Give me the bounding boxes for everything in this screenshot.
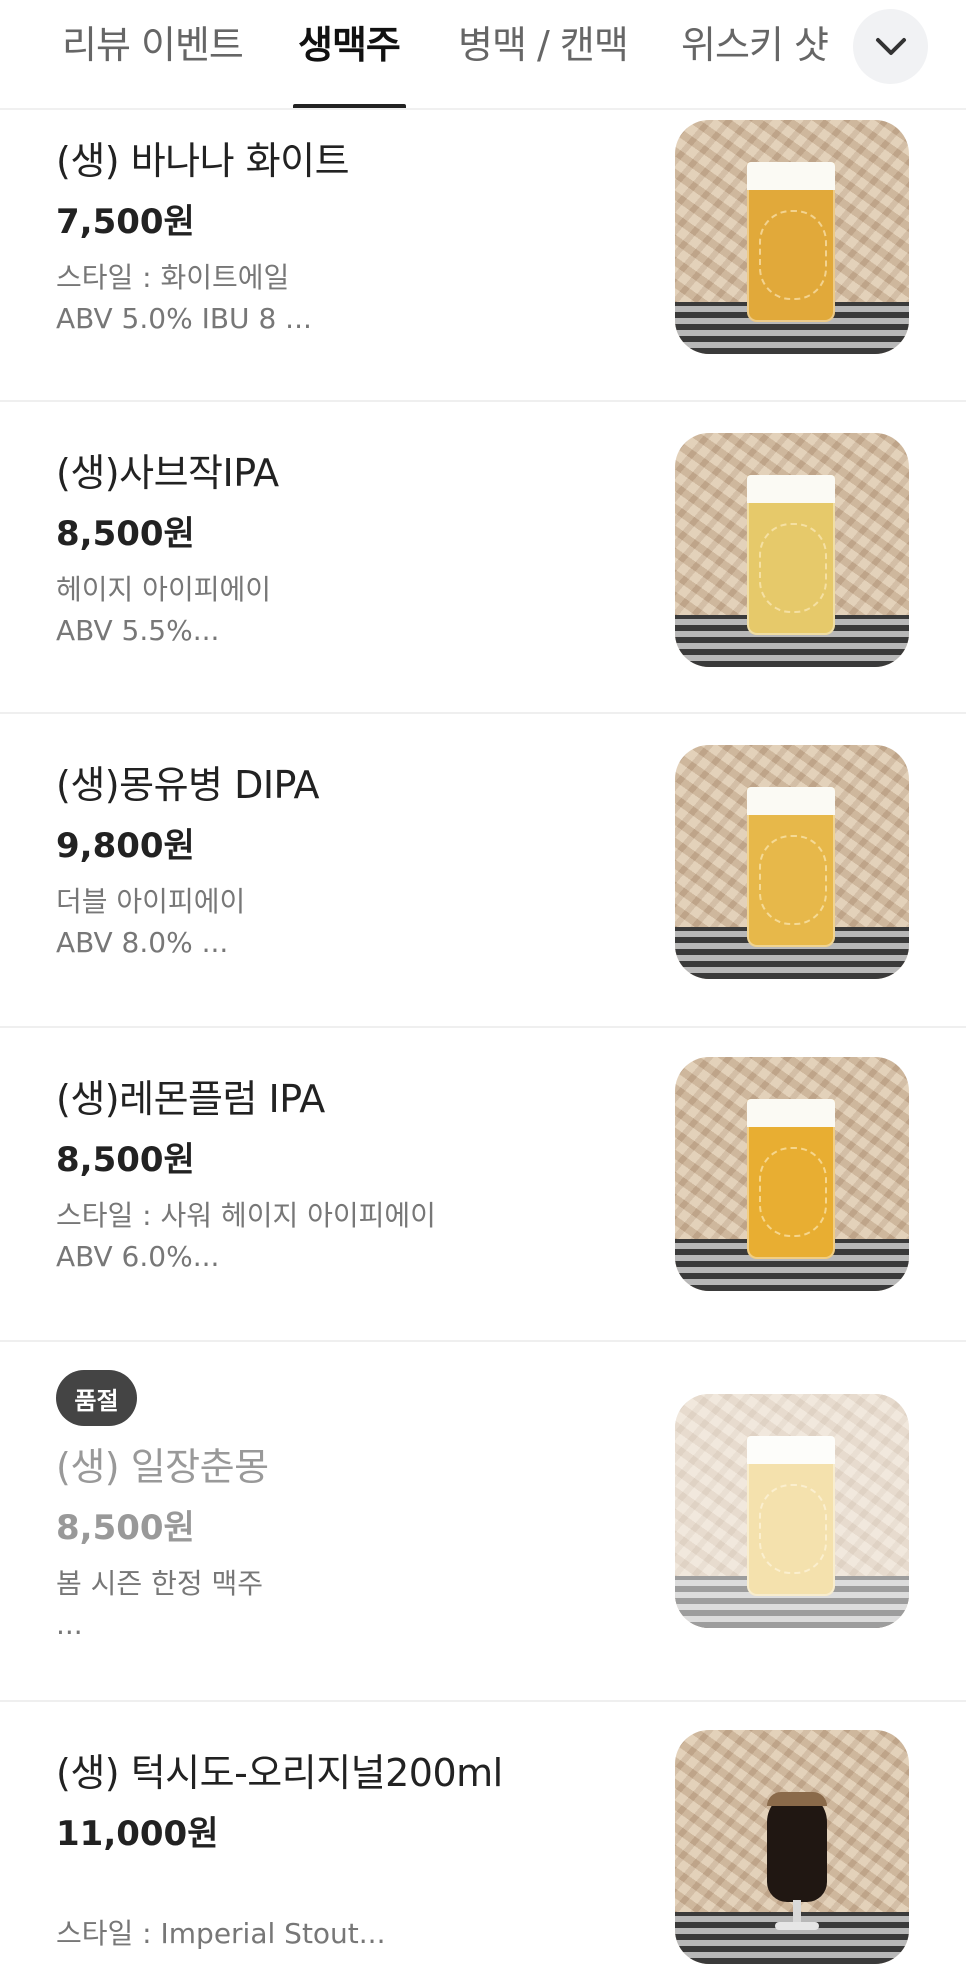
- tab-whisky-shot[interactable]: 위스키 샷: [681, 14, 829, 69]
- item-name: (생)레몬플럼 IPA: [56, 1077, 325, 1121]
- expand-tabs-button[interactable]: [853, 9, 928, 84]
- item-description: ...: [56, 1608, 83, 1641]
- item-description: 스타일 : 사워 헤이지 아이피에이: [56, 1199, 436, 1232]
- item-price: 7,500원: [56, 202, 195, 242]
- item-name: (생) 턱시도-오리지널200ml: [56, 1751, 503, 1795]
- item-description: 더블 아이피에이: [56, 885, 246, 918]
- menu-item[interactable]: (생)사브작IPA 8,500원 헤이지 아이피에이 ABV 5.5%...: [0, 402, 966, 714]
- item-description: ABV 6.0%...: [56, 1240, 220, 1273]
- tab-draft-beer[interactable]: 생맥주: [298, 14, 401, 69]
- beer-glass-image: [675, 1057, 909, 1291]
- menu-item[interactable]: (생)몽유병 DIPA 9,800원 더블 아이피에이 ABV 8.0% ...: [0, 714, 966, 1028]
- beer-glass-image: [675, 745, 909, 979]
- menu-item[interactable]: (생) 바나나 화이트 7,500원 스타일 : 화이트에일 ABV 5.0% …: [0, 110, 966, 402]
- item-description: 봄 시즌 한정 맥주: [56, 1567, 264, 1600]
- item-price: 9,800원: [56, 826, 195, 866]
- item-name: (생) 일장춘몽: [56, 1445, 269, 1489]
- beer-glass-image: [675, 120, 909, 354]
- item-name: (생) 바나나 화이트: [56, 139, 350, 183]
- item-description: ABV 5.5%...: [56, 614, 220, 647]
- stout-glass-image: [675, 1730, 909, 1964]
- menu-item[interactable]: 품절 (생) 일장춘몽 8,500원 봄 시즌 한정 맥주 ...: [0, 1342, 966, 1702]
- item-name: (생)사브작IPA: [56, 451, 279, 495]
- item-name: (생)몽유병 DIPA: [56, 763, 320, 807]
- item-price: 8,500원: [56, 1508, 195, 1548]
- item-description: 스타일 : Imperial Stout...: [56, 1917, 386, 1950]
- sold-out-badge: 품절: [56, 1370, 137, 1426]
- item-description: ABV 8.0% ...: [56, 926, 229, 959]
- item-description: 스타일 : 화이트에일: [56, 261, 290, 294]
- chevron-down-icon: [875, 37, 906, 55]
- item-price: 11,000원: [56, 1814, 219, 1854]
- beer-glass-image: [675, 433, 909, 667]
- menu-item[interactable]: (생) 턱시도-오리지널200ml 11,000원 스타일 : Imperial…: [0, 1702, 966, 1967]
- menu-item[interactable]: (생)레몬플럼 IPA 8,500원 스타일 : 사워 헤이지 아이피에이 AB…: [0, 1028, 966, 1342]
- tab-review-event[interactable]: 리뷰 이벤트: [62, 14, 244, 69]
- category-tab-bar: 리뷰 이벤트 생맥주 병맥 / 캔맥 위스키 샷: [0, 0, 966, 110]
- item-price: 8,500원: [56, 514, 195, 554]
- item-description: 헤이지 아이피에이: [56, 573, 271, 606]
- beer-glass-image: [675, 1394, 909, 1628]
- tab-bottle-can[interactable]: 병맥 / 캔맥: [458, 14, 629, 69]
- item-price: 8,500원: [56, 1140, 195, 1180]
- item-description: ABV 5.0% IBU 8 ...: [56, 302, 312, 335]
